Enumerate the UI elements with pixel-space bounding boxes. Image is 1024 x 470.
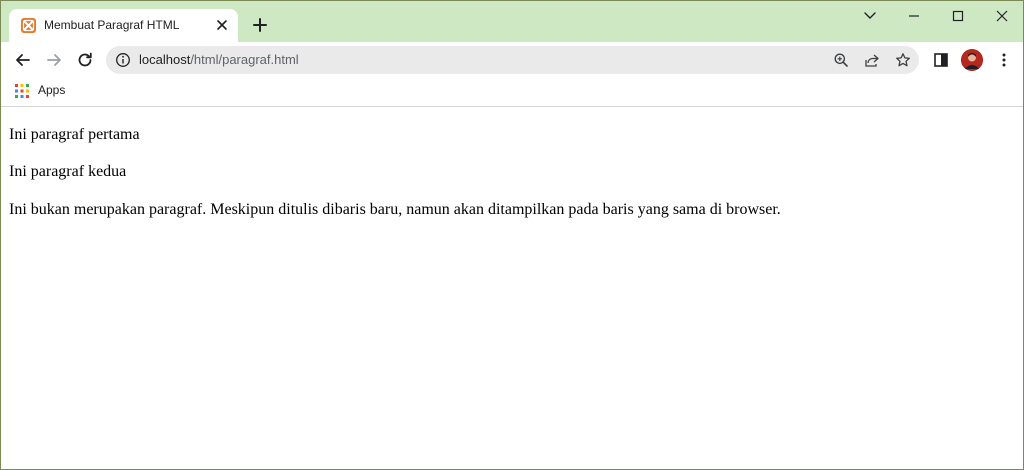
reload-icon[interactable]	[75, 50, 95, 70]
profile-avatar[interactable]	[961, 49, 983, 71]
maximize-icon[interactable]	[948, 7, 968, 25]
paragraph-3: Ini bukan merupakan paragraf. Meskipun d…	[9, 201, 781, 218]
bookmark-star-icon[interactable]	[895, 52, 911, 68]
tab-search-chevron-down-icon[interactable]	[860, 7, 880, 25]
side-panel-icon[interactable]	[932, 51, 950, 69]
xampp-favicon-icon	[21, 18, 36, 33]
site-info-icon[interactable]	[115, 52, 131, 68]
zoom-icon[interactable]	[833, 52, 849, 68]
forward-arrow-icon[interactable]	[44, 50, 64, 70]
close-tab-icon[interactable]	[214, 17, 230, 33]
browser-window: Membuat Paragraf HTML localhost/html/par…	[0, 0, 1024, 470]
back-arrow-icon[interactable]	[13, 50, 33, 70]
toolbar: localhost/html/paragraf.html	[1, 42, 1023, 78]
url-text[interactable]: localhost/html/paragraf.html	[139, 52, 299, 67]
bookmarks-bar: Apps	[1, 78, 1023, 107]
share-icon[interactable]	[864, 52, 880, 68]
address-bar[interactable]: localhost/html/paragraf.html	[106, 46, 919, 74]
close-window-icon[interactable]	[992, 7, 1012, 25]
menu-kebab-icon[interactable]	[995, 51, 1013, 69]
minimize-icon[interactable]	[904, 7, 924, 25]
url-host: localhost	[139, 52, 191, 67]
tab-title: Membuat Paragraf HTML	[44, 18, 180, 32]
tab-strip: Membuat Paragraf HTML	[1, 1, 1023, 42]
paragraph-2: Ini paragraf kedua	[9, 163, 127, 180]
apps-grid-icon[interactable]	[15, 83, 29, 98]
url-path: /html/paragraf.html	[190, 52, 299, 67]
page-content: Ini paragraf pertama Ini paragraf kedua …	[1, 107, 1023, 469]
apps-bookmark-label[interactable]: Apps	[38, 83, 65, 97]
new-tab-icon[interactable]	[251, 16, 269, 34]
paragraph-1: Ini paragraf pertama	[9, 126, 140, 143]
tab-membuat-paragraf[interactable]: Membuat Paragraf HTML	[9, 9, 238, 42]
